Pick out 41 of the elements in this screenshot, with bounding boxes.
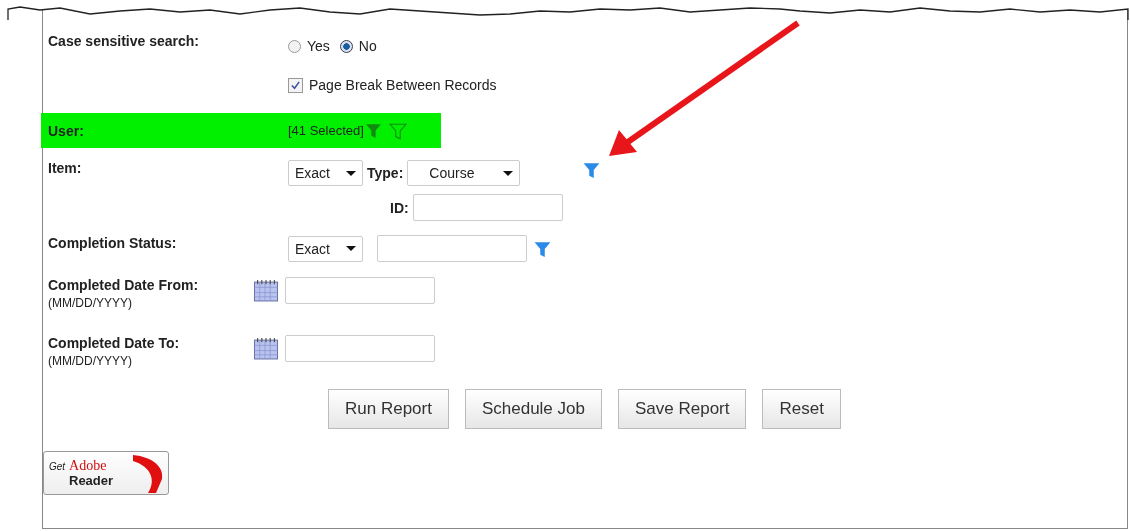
field-label: Completed Date From: bbox=[48, 277, 200, 293]
filter-icon[interactable] bbox=[364, 122, 382, 139]
badge-text: Get bbox=[49, 461, 66, 473]
action-button[interactable]: Schedule Job bbox=[464, 389, 602, 429]
action-button[interactable]: Reset bbox=[762, 389, 841, 429]
option-label: Yes bbox=[307, 38, 330, 54]
selection-count: [41 Selected] bbox=[288, 123, 364, 138]
calendar-icon[interactable] bbox=[253, 279, 279, 302]
filter-outline-icon[interactable] bbox=[387, 121, 408, 140]
id-field[interactable] bbox=[412, 194, 563, 221]
checkbox-label: Page Break Between Records bbox=[309, 77, 497, 93]
match-dropdown[interactable]: Exact bbox=[288, 235, 363, 262]
radio-button[interactable] bbox=[288, 39, 301, 53]
field-label: ID: bbox=[390, 199, 409, 216]
date-format-hint: (MM/DD/YYYY) bbox=[48, 354, 133, 368]
badge-product: Reader bbox=[68, 474, 114, 488]
date-format-hint: (MM/DD/YYYY) bbox=[48, 296, 133, 310]
caret-icon bbox=[346, 170, 356, 176]
caret-icon bbox=[503, 170, 514, 176]
date-field[interactable] bbox=[285, 335, 435, 362]
filter-icon[interactable] bbox=[582, 161, 602, 179]
field-label: Case sensitive search: bbox=[47, 33, 200, 49]
filter-icon[interactable] bbox=[533, 239, 552, 258]
radio-button[interactable] bbox=[339, 39, 353, 53]
option-label: No bbox=[358, 38, 377, 54]
type-dropdown[interactable]: Course bbox=[407, 160, 521, 186]
calendar-icon[interactable] bbox=[253, 337, 279, 360]
badge-brand: Adobe bbox=[69, 458, 107, 474]
caret-icon bbox=[346, 246, 356, 251]
field-label: Type: bbox=[367, 165, 404, 181]
match-dropdown[interactable]: Exact bbox=[288, 160, 363, 186]
status-field[interactable] bbox=[377, 235, 527, 262]
action-button[interactable]: Save Report bbox=[617, 389, 747, 429]
field-label: Completed Date To: bbox=[48, 335, 181, 351]
field-label: Completion Status: bbox=[47, 235, 178, 251]
action-button[interactable]: Run Report bbox=[328, 389, 449, 429]
field-label: Item: bbox=[47, 160, 83, 176]
checkbox[interactable] bbox=[288, 77, 303, 93]
field-label: User: bbox=[47, 122, 85, 139]
date-field[interactable] bbox=[285, 277, 435, 304]
adobe-reader-badge[interactable]: Get Adobe Reader bbox=[43, 451, 169, 495]
